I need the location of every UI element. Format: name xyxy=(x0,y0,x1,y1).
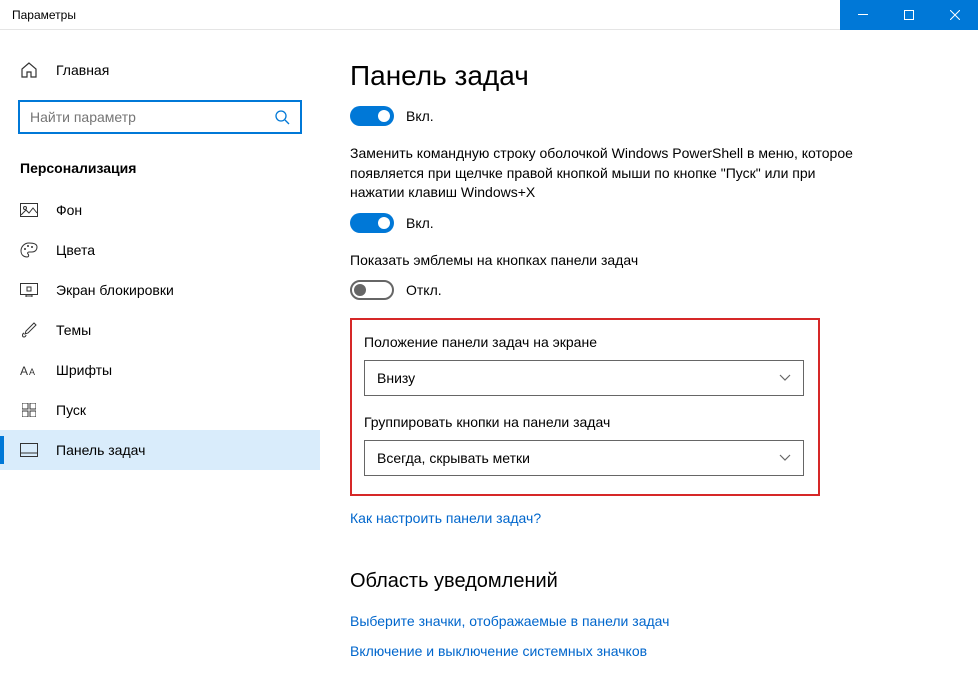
notification-section-title: Область уведомлений xyxy=(350,570,938,593)
sidebar-item-label: Пуск xyxy=(56,402,86,418)
window-titlebar: Параметры xyxy=(0,0,978,30)
maximize-icon xyxy=(904,10,914,20)
toggle-2-description: Заменить командную строку оболочкой Wind… xyxy=(350,144,870,203)
maximize-button[interactable] xyxy=(886,0,932,30)
search-input-container[interactable] xyxy=(18,100,302,134)
link-select-icons[interactable]: Выберите значки, отображаемые в панели з… xyxy=(350,613,669,629)
sidebar-item-start[interactable]: Пуск xyxy=(0,390,320,430)
sidebar-item-colors[interactable]: Цвета xyxy=(0,230,320,270)
sidebar-item-lockscreen[interactable]: Экран блокировки xyxy=(0,270,320,310)
font-icon: AA xyxy=(20,363,38,377)
grouping-dropdown[interactable]: Всегда, скрывать метки xyxy=(364,440,804,476)
toggle-3-description: Показать эмблемы на кнопках панели задач xyxy=(350,251,870,271)
chevron-down-icon xyxy=(779,454,791,462)
sidebar-section-header: Персонализация xyxy=(0,152,320,190)
sidebar-item-taskbar[interactable]: Панель задач xyxy=(0,430,320,470)
chevron-down-icon xyxy=(779,374,791,382)
grouping-label: Группировать кнопки на панели задач xyxy=(364,414,806,430)
lock-screen-icon xyxy=(20,283,38,297)
position-value: Внизу xyxy=(377,370,415,386)
sidebar-item-label: Фон xyxy=(56,202,82,218)
svg-text:A: A xyxy=(29,367,35,377)
toggle-3[interactable] xyxy=(350,280,394,300)
home-icon xyxy=(20,62,38,78)
toggle-group-3: Показать эмблемы на кнопках панели задач… xyxy=(350,251,938,301)
toggle-1-state: Вкл. xyxy=(406,108,434,124)
toggle-2[interactable] xyxy=(350,213,394,233)
minimize-icon xyxy=(858,14,868,15)
window-controls xyxy=(840,0,978,30)
position-dropdown[interactable]: Внизу xyxy=(364,360,804,396)
sidebar: Главная Персонализация Фон Цвета Э xyxy=(0,30,320,683)
link-system-icons[interactable]: Включение и выключение системных значков xyxy=(350,643,647,659)
help-link[interactable]: Как настроить панели задач? xyxy=(350,510,541,526)
sidebar-item-label: Экран блокировки xyxy=(56,282,174,298)
svg-text:A: A xyxy=(20,364,28,377)
toggle-3-state: Откл. xyxy=(406,282,442,298)
page-title: Панель задач xyxy=(350,60,938,92)
content-area: Главная Персонализация Фон Цвета Э xyxy=(0,30,978,683)
toggle-1[interactable] xyxy=(350,106,394,126)
brush-icon xyxy=(20,322,38,338)
toggle-2-state: Вкл. xyxy=(406,215,434,231)
sidebar-item-label: Панель задач xyxy=(56,442,145,458)
sidebar-item-fonts[interactable]: AA Шрифты xyxy=(0,350,320,390)
search-input[interactable] xyxy=(30,109,274,125)
search-icon xyxy=(274,109,290,125)
sidebar-item-label: Темы xyxy=(56,322,91,338)
grouping-value: Всегда, скрывать метки xyxy=(377,450,530,466)
highlight-box: Положение панели задач на экране Внизу Г… xyxy=(350,318,820,496)
start-icon xyxy=(20,403,38,417)
sidebar-item-themes[interactable]: Темы xyxy=(0,310,320,350)
minimize-button[interactable] xyxy=(840,0,886,30)
toggle-group-2: Заменить командную строку оболочкой Wind… xyxy=(350,144,938,233)
image-icon xyxy=(20,203,38,217)
sidebar-home[interactable]: Главная xyxy=(0,50,320,90)
window-title: Параметры xyxy=(12,8,840,22)
sidebar-home-label: Главная xyxy=(56,62,109,78)
main-content: Панель задач Вкл. Заменить командную стр… xyxy=(320,30,978,683)
taskbar-icon xyxy=(20,443,38,457)
sidebar-item-label: Цвета xyxy=(56,242,95,258)
close-icon xyxy=(950,10,960,20)
sidebar-item-background[interactable]: Фон xyxy=(0,190,320,230)
close-button[interactable] xyxy=(932,0,978,30)
toggle-group-1: Вкл. xyxy=(350,106,938,126)
sidebar-item-label: Шрифты xyxy=(56,362,112,378)
palette-icon xyxy=(20,242,38,258)
position-label: Положение панели задач на экране xyxy=(364,334,806,350)
